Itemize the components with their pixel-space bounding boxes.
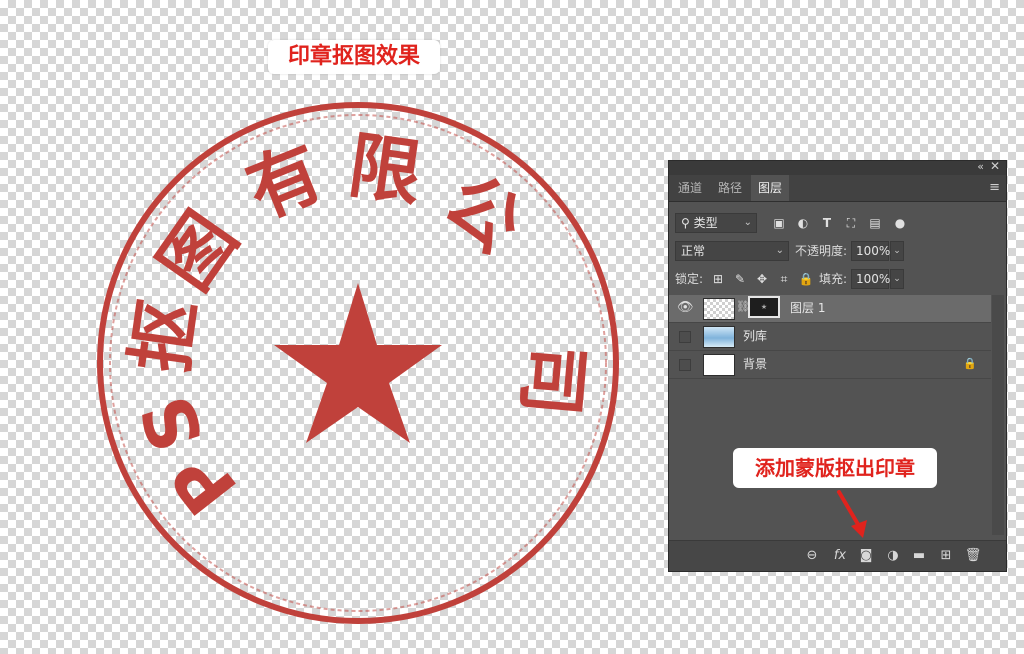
visibility-toggle[interactable]	[679, 359, 691, 371]
blend-row: 正常 ⌄ 不透明度: 100% ⌄	[669, 239, 1006, 263]
filter-kind-select[interactable]: ⚲ 类型 ⌄	[675, 213, 757, 233]
opacity-label: 不透明度:	[795, 244, 848, 258]
tab-channels[interactable]: 通道	[671, 175, 709, 201]
stamp-star	[274, 283, 442, 443]
fill-label: 填充:	[819, 272, 848, 286]
fill-chevron-icon[interactable]: ⌄	[890, 269, 904, 289]
search-icon: ⚲	[681, 216, 690, 230]
arrow-icon	[837, 490, 867, 538]
filter-row: ⚲ 类型 ⌄ ▣ ◐ T ⛶ ▤ ●	[669, 211, 1006, 235]
filter-kind-label: 类型	[693, 216, 718, 230]
fill-input[interactable]: 100%	[851, 269, 890, 289]
layer-name: 图层 1	[790, 301, 826, 315]
layer-thumbnail	[703, 298, 735, 320]
layers-list: 👁 ⛓ ★ 图层 1 列库 背景 🔒	[669, 295, 991, 379]
layer-row-background[interactable]: 背景 🔒	[669, 351, 991, 379]
opacity-input[interactable]: 100%	[851, 241, 890, 261]
visibility-toggle[interactable]	[679, 331, 691, 343]
blend-mode-value: 正常	[681, 244, 706, 258]
type-filter-icon[interactable]: T	[818, 214, 836, 232]
fx-icon[interactable]: fx	[830, 546, 850, 566]
blend-mode-select[interactable]: 正常 ⌄	[675, 241, 789, 261]
link-icon[interactable]: ⊖	[802, 546, 822, 566]
collapse-icon[interactable]: «	[977, 160, 984, 173]
opacity-chevron-icon[interactable]: ⌄	[890, 241, 904, 261]
lock-artboard-icon[interactable]: ⌗	[775, 269, 793, 289]
new-layer-icon[interactable]: ⊞	[936, 546, 956, 566]
lock-all-icon[interactable]: 🔒	[797, 269, 815, 289]
shape-filter-icon[interactable]: ⛶	[842, 214, 860, 232]
trash-icon[interactable]: 🗑	[963, 546, 983, 566]
layer-name: 背景	[743, 357, 768, 371]
chevron-down-icon: ⌄	[743, 217, 752, 228]
folder-icon[interactable]: ▬	[909, 546, 929, 566]
close-icon[interactable]: ✕	[990, 159, 1000, 173]
callout-label: 添加蒙版抠出印章	[733, 448, 937, 488]
smart-object-filter-icon[interactable]: ▤	[866, 214, 884, 232]
lock-row: 锁定: ⊞ ✎ ✥ ⌗ 🔒 填充: 100% ⌄	[669, 267, 1006, 291]
chevron-down-icon: ⌄	[775, 245, 784, 256]
canvas-title-label: 印章抠图效果	[268, 40, 440, 74]
stamp-char: 司	[508, 341, 598, 420]
tab-layers[interactable]: 图层	[751, 175, 790, 201]
stamp-image: PS抠图有限公司	[97, 102, 619, 624]
lock-icon: 🔒	[963, 357, 977, 370]
stamp-char: 有	[236, 129, 334, 234]
lock-brush-icon[interactable]: ✎	[731, 269, 749, 289]
adjustment-icon[interactable]: ◑	[883, 546, 903, 566]
panel-title-bar: « ✕	[669, 159, 1006, 175]
lock-transparent-icon[interactable]: ⊞	[709, 269, 727, 289]
adjustment-filter-icon[interactable]: ◐	[794, 214, 812, 232]
add-mask-icon[interactable]: ◙	[856, 546, 876, 566]
stamp-char: 抠	[118, 294, 211, 377]
stamp-char: 限	[344, 123, 427, 216]
layer-mask-thumbnail[interactable]: ★	[748, 296, 780, 318]
layer-name: 列库	[743, 329, 768, 343]
layer-row-layer1[interactable]: 👁 ⛓ ★ 图层 1	[669, 295, 991, 323]
tab-paths[interactable]: 路径	[711, 175, 749, 201]
panel-menu-icon[interactable]: ≡	[989, 180, 1000, 195]
layers-scrollbar[interactable]	[992, 295, 1004, 535]
filter-toggle-icon[interactable]: ●	[891, 214, 909, 232]
layer-row-photo[interactable]: 列库	[669, 323, 991, 351]
layer-thumbnail	[703, 354, 735, 376]
eye-icon[interactable]: 👁	[677, 300, 694, 316]
lock-position-icon[interactable]: ✥	[753, 269, 771, 289]
panel-tabs: 通道 路径 图层 ≡	[669, 175, 1006, 202]
pixel-filter-icon[interactable]: ▣	[770, 214, 788, 232]
stamp-char: 公	[429, 158, 538, 269]
lock-label: 锁定:	[675, 272, 704, 286]
layers-bottom-bar: ⊖ fx ◙ ◑ ▬ ⊞ 🗑	[669, 540, 1006, 571]
layer-thumbnail	[703, 326, 735, 348]
